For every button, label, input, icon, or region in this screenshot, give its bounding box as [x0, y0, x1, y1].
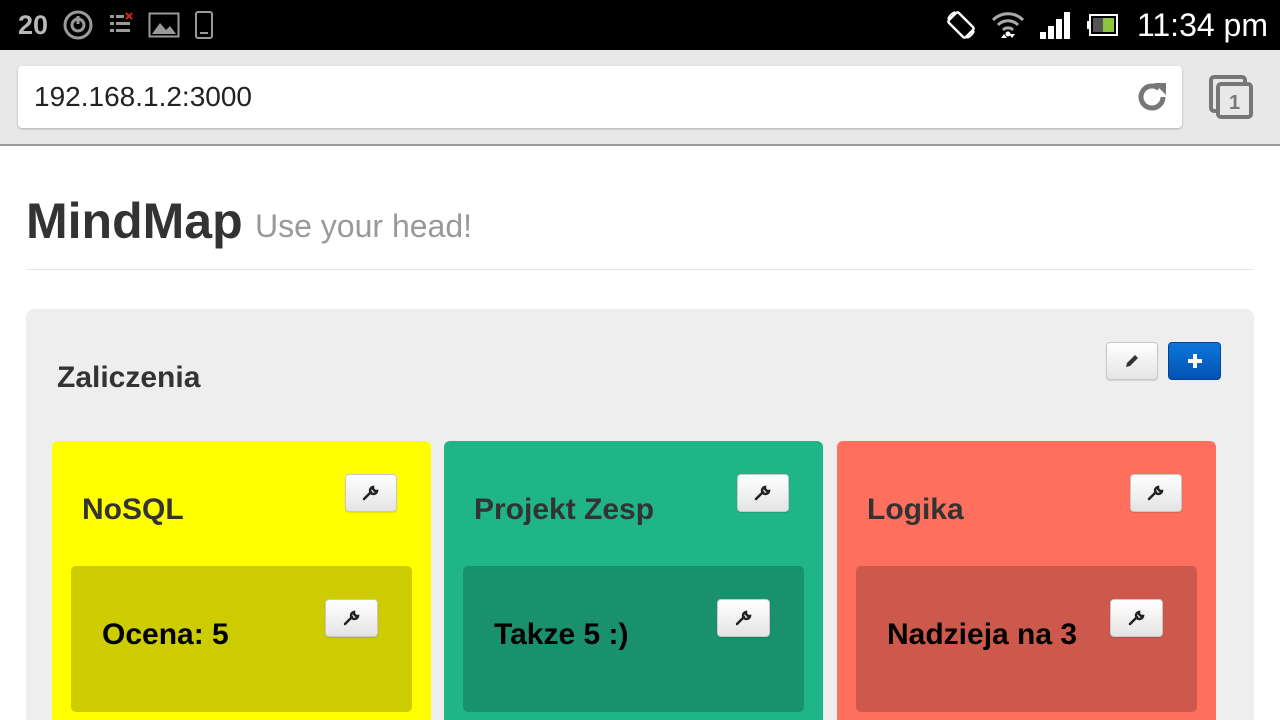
- mindmap-board: Zaliczenia NoSQL Ocena: 5 Projekt Zesp T…: [26, 309, 1254, 720]
- clock: 11:34 pm: [1136, 6, 1268, 43]
- url-text[interactable]: 192.168.1.2:3000: [34, 81, 252, 113]
- node-settings-button[interactable]: [345, 474, 397, 512]
- wrench-icon: [1147, 485, 1164, 501]
- child-node: Takze 5 :): [463, 566, 804, 712]
- child-settings-button[interactable]: [717, 599, 770, 637]
- wrench-icon: [735, 610, 751, 626]
- wifi-icon: [991, 12, 1025, 38]
- tab-count: 1: [1229, 92, 1240, 114]
- node-card: NoSQL Ocena: 5: [52, 441, 431, 720]
- child-node-text: Nadzieja na 3: [887, 618, 1078, 651]
- child-settings-button[interactable]: [1110, 599, 1163, 637]
- node-card: Logika Nadzieja na 3: [837, 441, 1216, 720]
- reload-icon[interactable]: [1134, 79, 1170, 115]
- edit-board-button[interactable]: [1106, 342, 1158, 380]
- sync-icon: [63, 10, 93, 40]
- child-settings-button[interactable]: [325, 599, 378, 637]
- notification-count: 20: [18, 9, 49, 40]
- child-node-text: Takze 5 :): [494, 618, 629, 651]
- status-bar: 20 11:34 pm: [0, 0, 1280, 50]
- plus-icon: [1187, 354, 1202, 368]
- add-node-button[interactable]: [1168, 342, 1221, 380]
- wrench-icon: [343, 610, 359, 626]
- rotation-icon: [947, 11, 975, 39]
- node-settings-button[interactable]: [1130, 474, 1182, 512]
- child-node-text: Ocena: 5: [102, 618, 229, 651]
- node-title: Logika: [867, 493, 964, 526]
- wrench-icon: [754, 485, 771, 501]
- browser-toolbar: 192.168.1.2:3000 1: [0, 50, 1280, 146]
- gallery-icon: [148, 12, 180, 38]
- board-title: Zaliczenia: [57, 361, 201, 394]
- child-node: Nadzieja na 3: [856, 566, 1197, 712]
- page-title: MindMap: [26, 193, 243, 249]
- battery-icon: [1086, 14, 1118, 36]
- pencil-icon: [1126, 355, 1138, 367]
- task-icon: [110, 12, 133, 32]
- child-node: Ocena: 5: [71, 566, 412, 712]
- node-card: Projekt Zesp Takze 5 :): [444, 441, 823, 720]
- page-subtitle: Use your head!: [255, 208, 473, 244]
- phone-icon: [195, 11, 214, 39]
- node-settings-button[interactable]: [737, 474, 789, 512]
- node-title: NoSQL: [82, 493, 184, 526]
- wrench-icon: [1128, 610, 1144, 626]
- wrench-icon: [362, 485, 379, 501]
- address-bar[interactable]: 192.168.1.2:3000: [18, 66, 1182, 128]
- node-title: Projekt Zesp: [474, 493, 655, 526]
- page-header: MindMap Use your head!: [26, 188, 1254, 270]
- signal-icon: [1039, 12, 1070, 39]
- tabs-icon[interactable]: 1: [1208, 74, 1254, 120]
